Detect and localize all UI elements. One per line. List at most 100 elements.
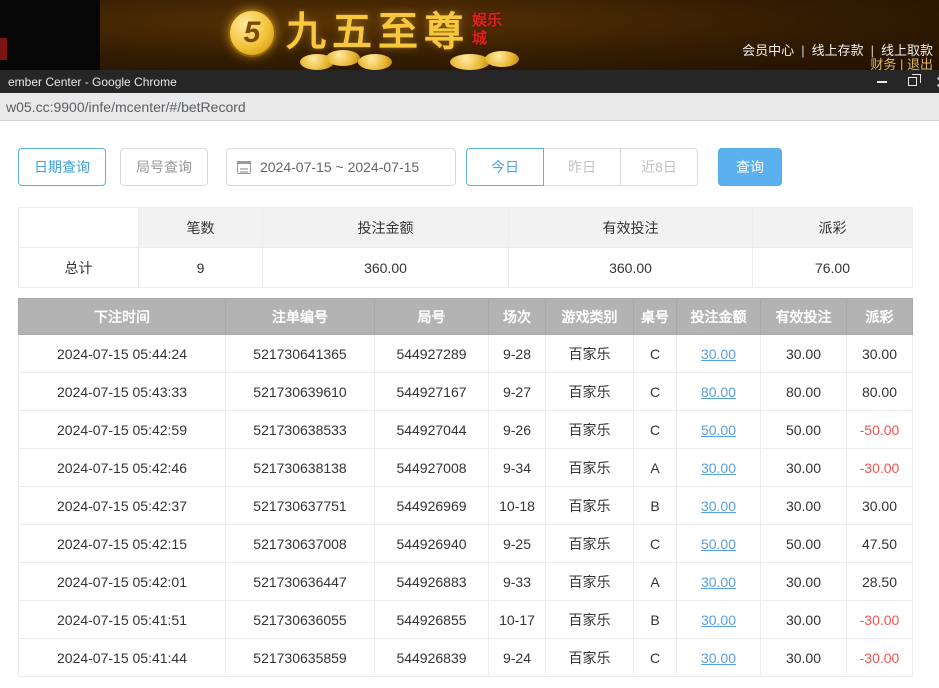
- cell-payout: 30.00: [847, 335, 913, 373]
- cell-bet-id: 521730636447: [226, 563, 375, 601]
- quick-8days-button[interactable]: 近8日: [620, 148, 698, 186]
- cell-payout: -30.00: [847, 601, 913, 639]
- table-row: 2024-07-15 05:42:59 521730638533 5449270…: [19, 411, 913, 449]
- bet-table-header-cell: 注单编号: [226, 299, 375, 335]
- cell-valid-bet: 50.00: [761, 525, 847, 563]
- bet-table-header-cell: 下注时间: [19, 299, 226, 335]
- cell-game-type: 百家乐: [546, 601, 634, 639]
- chrome-addressbar[interactable]: w05.cc:9900/infe/mcenter/#/betRecord: [0, 93, 939, 121]
- nav-deposit[interactable]: 线上存款: [812, 43, 864, 58]
- bet-amount-link[interactable]: 30.00: [701, 612, 736, 628]
- site-logo: 5 九五至尊 娱乐城: [228, 6, 508, 58]
- cell-session: 10-17: [489, 601, 546, 639]
- bet-amount-link[interactable]: 30.00: [701, 574, 736, 590]
- cell-bet-time: 2024-07-15 05:42:01: [19, 563, 226, 601]
- bet-amount-link[interactable]: 30.00: [701, 346, 736, 362]
- cell-table-no: C: [634, 373, 677, 411]
- cell-payout: 80.00: [847, 373, 913, 411]
- bet-table-header-cell: 投注金额: [677, 299, 761, 335]
- cell-bet-time: 2024-07-15 05:41:51: [19, 601, 226, 639]
- summary-header-row: 笔数 投注金额 有效投注 派彩: [19, 208, 913, 248]
- summary-total-label: 总计: [19, 248, 139, 288]
- close-button[interactable]: [927, 70, 939, 93]
- cell-session: 9-26: [489, 411, 546, 449]
- date-range-value: 2024-07-15 ~ 2024-07-15: [260, 159, 419, 175]
- nav-separator: [801, 43, 804, 58]
- coin-logo-icon: 5: [228, 9, 276, 57]
- screen: 5 九五至尊 娱乐城 会员中心线上存款线上取款 财务 | 退出 ember Ce…: [0, 0, 939, 688]
- cell-bet-amount: 50.00: [677, 525, 761, 563]
- bet-amount-link[interactable]: 30.00: [701, 460, 736, 476]
- cell-round-id: 544926839: [375, 639, 489, 677]
- chrome-titlebar[interactable]: ember Center - Google Chrome: [0, 70, 939, 93]
- window-controls: [867, 70, 939, 93]
- bet-table-header-cell: 派彩: [847, 299, 913, 335]
- cell-valid-bet: 30.00: [761, 449, 847, 487]
- restore-icon: [908, 77, 917, 86]
- cell-round-id: 544927167: [375, 373, 489, 411]
- cell-table-no: C: [634, 525, 677, 563]
- cell-table-no: B: [634, 601, 677, 639]
- site-banner: 5 九五至尊 娱乐城 会员中心线上存款线上取款 财务 | 退出: [0, 0, 939, 70]
- restore-button[interactable]: [897, 70, 927, 93]
- cell-valid-bet: 30.00: [761, 335, 847, 373]
- cell-session: 9-28: [489, 335, 546, 373]
- site-name: 九五至尊: [286, 6, 470, 58]
- cell-bet-id: 521730636055: [226, 601, 375, 639]
- cell-table-no: C: [634, 411, 677, 449]
- cell-valid-bet: 80.00: [761, 373, 847, 411]
- summary-total-valid-bet: 360.00: [509, 248, 753, 288]
- date-range-input[interactable]: 2024-07-15 ~ 2024-07-15: [226, 148, 456, 186]
- cell-bet-time: 2024-07-15 05:42:59: [19, 411, 226, 449]
- summary-header-bet-amount: 投注金额: [263, 208, 509, 248]
- cell-payout: -50.00: [847, 411, 913, 449]
- cell-session: 9-27: [489, 373, 546, 411]
- cell-table-no: B: [634, 487, 677, 525]
- coin-number: 5: [244, 16, 261, 50]
- bet-amount-link[interactable]: 30.00: [701, 498, 736, 514]
- cell-table-no: A: [634, 449, 677, 487]
- quick-yesterday-button[interactable]: 昨日: [543, 148, 621, 186]
- cell-bet-id: 521730637008: [226, 525, 375, 563]
- bet-table-header-cell: 局号: [375, 299, 489, 335]
- cell-game-type: 百家乐: [546, 563, 634, 601]
- search-button[interactable]: 查询: [718, 148, 782, 186]
- summary-total-count: 9: [139, 248, 263, 288]
- round-query-button[interactable]: 局号查询: [120, 148, 208, 186]
- bet-table: 下注时间注单编号局号场次游戏类别桌号投注金额有效投注派彩 2024-07-15 …: [18, 298, 913, 677]
- quick-range-group: 今日 昨日 近8日: [466, 148, 698, 186]
- cell-bet-amount: 30.00: [677, 601, 761, 639]
- url-text[interactable]: w05.cc:9900/infe/mcenter/#/betRecord: [6, 99, 246, 115]
- table-row: 2024-07-15 05:42:01 521730636447 5449268…: [19, 563, 913, 601]
- minimize-icon: [877, 81, 887, 83]
- cell-valid-bet: 30.00: [761, 487, 847, 525]
- cell-valid-bet: 50.00: [761, 411, 847, 449]
- cell-bet-id: 521730635859: [226, 639, 375, 677]
- nav-withdraw[interactable]: 线上取款: [881, 43, 933, 58]
- date-query-button[interactable]: 日期查询: [18, 148, 106, 186]
- cell-bet-id: 521730638533: [226, 411, 375, 449]
- bet-amount-link[interactable]: 80.00: [701, 384, 736, 400]
- cell-bet-amount: 80.00: [677, 373, 761, 411]
- nav-member-center[interactable]: 会员中心: [742, 43, 794, 58]
- cell-bet-time: 2024-07-15 05:42:37: [19, 487, 226, 525]
- bet-table-header-cell: 游戏类别: [546, 299, 634, 335]
- cell-payout: -30.00: [847, 449, 913, 487]
- quick-today-button[interactable]: 今日: [466, 148, 544, 186]
- background-left-panel: [0, 0, 100, 70]
- cell-round-id: 544927008: [375, 449, 489, 487]
- bet-amount-link[interactable]: 30.00: [701, 650, 736, 666]
- minimize-button[interactable]: [867, 70, 897, 93]
- bet-amount-link[interactable]: 50.00: [701, 422, 736, 438]
- cell-session: 9-33: [489, 563, 546, 601]
- cell-game-type: 百家乐: [546, 525, 634, 563]
- cell-session: 9-25: [489, 525, 546, 563]
- bet-table-header-cell: 有效投注: [761, 299, 847, 335]
- bet-amount-link[interactable]: 50.00: [701, 536, 736, 552]
- cell-round-id: 544926940: [375, 525, 489, 563]
- summary-header-payout: 派彩: [753, 208, 913, 248]
- cell-table-no: C: [634, 335, 677, 373]
- cell-round-id: 544926969: [375, 487, 489, 525]
- table-row: 2024-07-15 05:41:51 521730636055 5449268…: [19, 601, 913, 639]
- bet-table-header-row: 下注时间注单编号局号场次游戏类别桌号投注金额有效投注派彩: [19, 299, 913, 335]
